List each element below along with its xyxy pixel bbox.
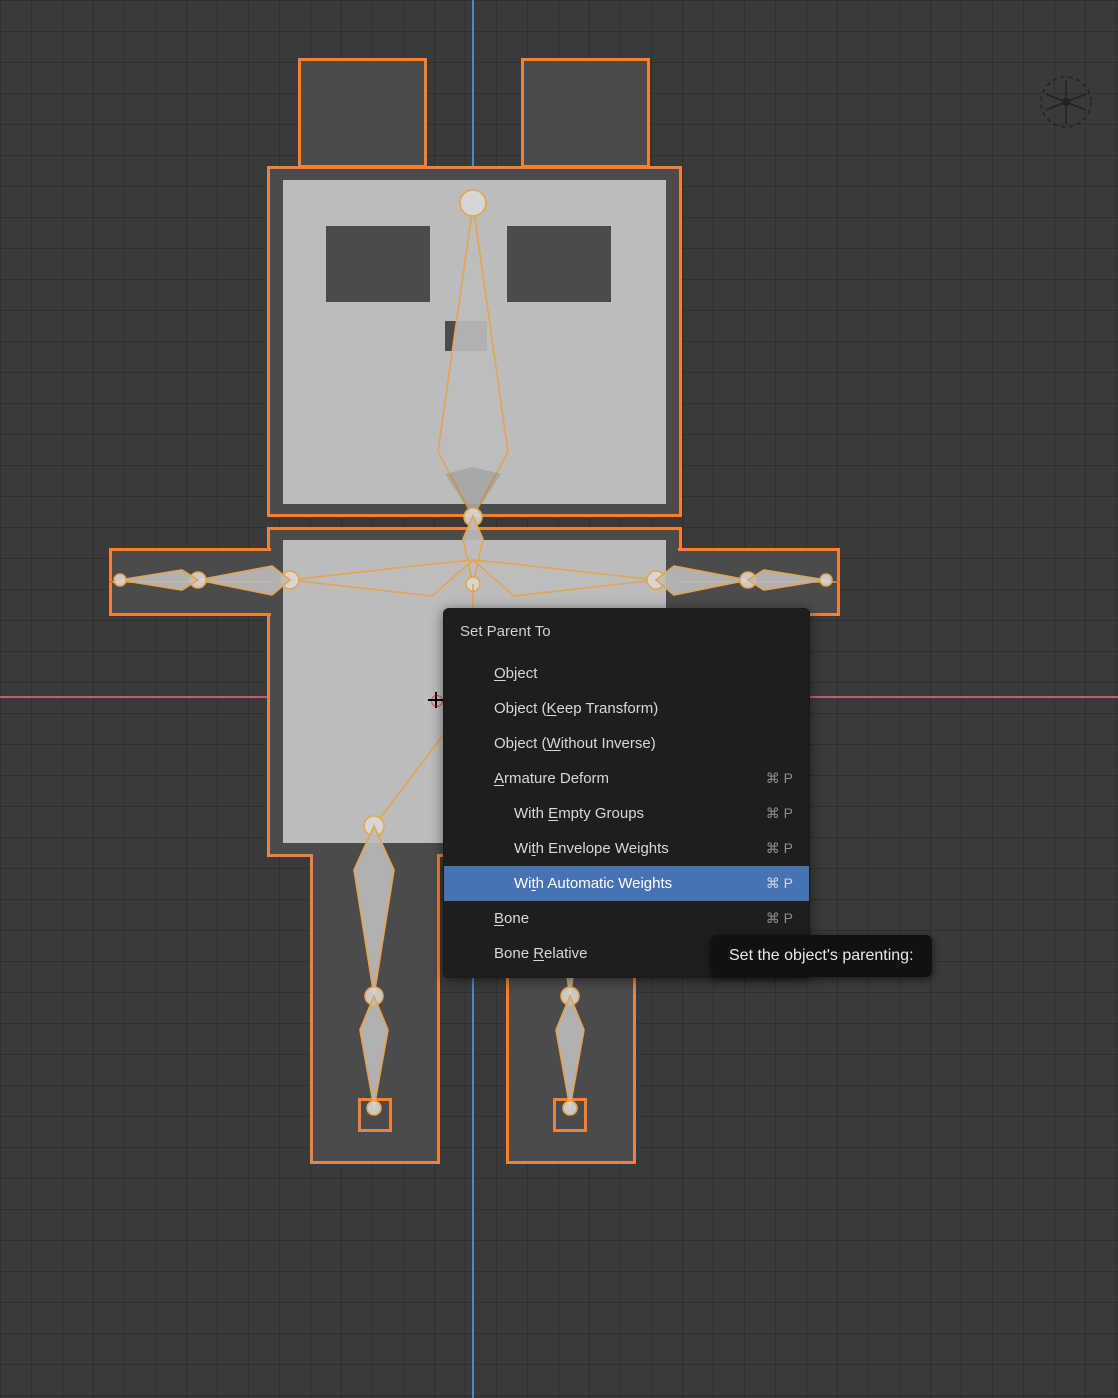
set-parent-menu[interactable]: Set Parent To Object Object (Keep Transf…	[443, 608, 810, 978]
mesh-eye-right	[507, 226, 611, 302]
menu-item-with-envelope-weights[interactable]: With Envelope Weights ⌘ P	[444, 831, 809, 866]
shortcut-label: ⌘ P	[766, 910, 793, 927]
viewport-3d[interactable]: Set Parent To Object Object (Keep Transf…	[0, 0, 1118, 1398]
mesh-foot-left	[358, 1098, 392, 1132]
shortcut-label: ⌘ P	[766, 875, 793, 892]
menu-item-bone[interactable]: Bone ⌘ P	[444, 901, 809, 936]
tooltip: Set the object's parenting:	[711, 935, 932, 977]
tooltip-text: Set the object's parenting:	[729, 947, 914, 964]
mesh-ear-right	[521, 58, 650, 168]
menu-item-object-keep-transform[interactable]: Object (Keep Transform)	[444, 691, 809, 726]
viewport-nav-gizmo[interactable]	[1038, 74, 1094, 130]
mesh-eye-left	[326, 226, 430, 302]
menu-item-object-without-inverse[interactable]: Object (Without Inverse)	[444, 726, 809, 761]
menu-item-with-empty-groups[interactable]: With Empty Groups ⌘ P	[444, 796, 809, 831]
mesh-nose	[445, 321, 487, 351]
shortcut-label: ⌘ P	[766, 805, 793, 822]
shortcut-label: ⌘ P	[766, 840, 793, 857]
shortcut-label: ⌘ P	[766, 770, 793, 787]
menu-item-with-automatic-weights[interactable]: With Automatic Weights ⌘ P	[444, 866, 809, 901]
menu-items: Object Object (Keep Transform) Object (W…	[444, 646, 809, 971]
cursor-3d	[428, 692, 444, 708]
menu-item-armature-deform[interactable]: Armature Deform ⌘ P	[444, 761, 809, 796]
mesh-ear-left	[298, 58, 427, 168]
menu-title: Set Parent To	[444, 613, 809, 646]
menu-item-object[interactable]: Object	[444, 656, 809, 691]
mesh-foot-right	[553, 1098, 587, 1132]
